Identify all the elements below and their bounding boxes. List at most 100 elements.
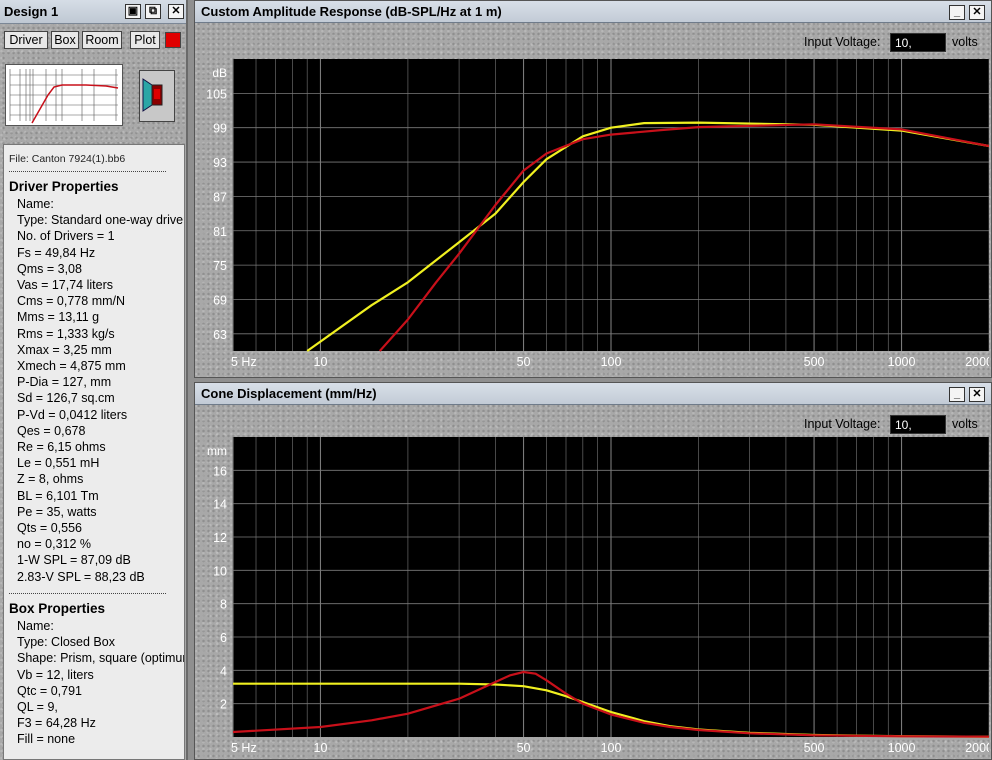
speaker-icon[interactable]: [139, 70, 175, 122]
y-axis-label: dB: [212, 66, 227, 80]
x-tick-label: 2000: [965, 355, 989, 369]
x-tick-label: 500: [804, 355, 825, 369]
cone-displacement-window: Cone Displacement (mm/Hz) _ ✕ Input Volt…: [194, 382, 992, 760]
tab-plot[interactable]: Plot: [130, 31, 160, 49]
driver-property: P-Dia = 127, mm: [17, 375, 112, 390]
design-title: Design 1: [4, 4, 59, 19]
driver-property: Qms = 3,08: [17, 261, 82, 276]
panel-divider: [3, 130, 185, 142]
save-icon[interactable]: ▣: [125, 4, 141, 19]
y-tick-label: 81: [213, 225, 227, 239]
copy-icon[interactable]: ⧉: [145, 4, 161, 19]
y-axis-label: mm: [207, 444, 227, 458]
box-property: Shape: Prism, square (optimum): [17, 651, 185, 666]
design-panel: Design 1 ▣ ⧉ ✕ Driver Box Room Plot File…: [0, 0, 188, 760]
box-property: Name:: [17, 619, 54, 633]
y-tick-label: 2: [220, 698, 227, 712]
x-tick-label: 10: [314, 355, 328, 369]
tab-driver[interactable]: Driver: [4, 31, 48, 49]
x-tick-label: 50: [517, 741, 531, 755]
y-tick-label: 63: [213, 328, 227, 342]
y-tick-label: 93: [213, 156, 227, 170]
driver-property: Mms = 13,11 g: [17, 310, 100, 325]
x-tick-label: 5 Hz: [231, 741, 257, 755]
input-voltage-label: Input Voltage:: [804, 417, 881, 431]
x-tick-label: 100: [601, 355, 622, 369]
cone-window-title: Cone Displacement (mm/Hz): [195, 383, 991, 405]
box-property: F3 = 64,28 Hz: [17, 716, 96, 731]
driver-property: Name:: [17, 197, 54, 211]
box-properties-heading: Box Properties: [9, 601, 106, 616]
input-voltage-unit: volts: [952, 35, 978, 49]
driver-property: Type: Standard one-way driver: [17, 213, 185, 228]
tab-box[interactable]: Box: [51, 31, 79, 49]
x-tick-label: 500: [804, 741, 825, 755]
input-voltage-label: Input Voltage:: [804, 35, 881, 49]
y-tick-label: 6: [220, 631, 227, 645]
separator: [9, 593, 166, 594]
x-tick-label: 100: [601, 741, 622, 755]
y-tick-label: 99: [213, 122, 227, 136]
properties-panel: File: Canton 7924(1).bb6 Driver Properti…: [3, 144, 185, 760]
minimize-icon[interactable]: _: [949, 387, 965, 402]
design-title-bar: Design 1 ▣ ⧉ ✕: [0, 0, 186, 24]
close-icon[interactable]: ✕: [168, 4, 184, 19]
box-property: Qtc = 0,791: [17, 683, 82, 698]
driver-property: 1-W SPL = 87,09 dB: [17, 553, 131, 568]
input-voltage-unit: volts: [952, 417, 978, 431]
box-property: Type: Closed Box: [17, 635, 115, 650]
y-tick-label: 16: [213, 464, 227, 478]
driver-property: Xmax = 3,25 mm: [17, 342, 112, 357]
y-tick-label: 10: [213, 564, 227, 578]
amplitude-window-title: Custom Amplitude Response (dB-SPL/Hz at …: [195, 1, 991, 23]
y-tick-label: 14: [213, 498, 227, 512]
close-icon[interactable]: ✕: [969, 387, 985, 402]
driver-property: BL = 6,101 Tm: [17, 488, 99, 503]
driver-property: Xmech = 4,875 mm: [17, 359, 126, 373]
close-icon[interactable]: ✕: [969, 5, 985, 20]
driver-property: Cms = 0,778 mm/N: [17, 294, 126, 309]
driver-property: 2.83-V SPL = 88,23 dB: [17, 569, 145, 584]
y-tick-label: 8: [220, 598, 227, 612]
x-tick-label: 1000: [888, 741, 916, 755]
driver-property: no = 0,312 %: [17, 537, 92, 552]
tab-room[interactable]: Room: [82, 31, 122, 49]
driver-property: Qes = 0,678: [17, 423, 86, 438]
y-tick-label: 4: [220, 664, 227, 678]
driver-property: Sd = 126,7 sq.cm: [17, 391, 115, 406]
y-tick-label: 69: [213, 293, 227, 307]
file-name: File: Canton 7924(1).bb6: [9, 153, 126, 165]
input-voltage-field[interactable]: [890, 33, 946, 52]
y-tick-label: 12: [213, 531, 227, 545]
thumbnail-graph: [9, 69, 119, 124]
driver-property: Vas = 17,74 liters: [17, 278, 114, 292]
minimize-icon[interactable]: _: [949, 5, 965, 20]
x-tick-label: 2000: [965, 741, 989, 755]
x-tick-label: 1000: [888, 355, 916, 369]
y-tick-label: 87: [213, 190, 227, 204]
response-thumbnail[interactable]: [5, 64, 123, 126]
driver-properties-heading: Driver Properties: [9, 179, 119, 194]
y-tick-label: 105: [206, 87, 227, 101]
driver-property: P-Vd = 0,0412 liters: [17, 407, 128, 422]
input-voltage-field[interactable]: [890, 415, 946, 434]
box-property: QL = 9,: [17, 700, 58, 714]
box-property: Vb = 12, liters: [17, 667, 94, 682]
driver-property: No. of Drivers = 1: [17, 229, 115, 244]
x-tick-label: 5 Hz: [231, 355, 257, 369]
driver-property: Re = 6,15 ohms: [17, 440, 106, 454]
driver-property: Le = 0,551 mH: [17, 456, 100, 471]
driver-property: Rms = 1,333 kg/s: [17, 326, 115, 341]
amplitude-response-chart[interactable]: dB 105 99 93 87 81 75 69 63 5 Hz 10 50 100 500 1000 200…: [199, 57, 989, 375]
y-tick-label: 75: [213, 259, 227, 273]
driver-property: Fs = 49,84 Hz: [17, 245, 96, 260]
plot-color-swatch[interactable]: [165, 32, 181, 48]
separator: [9, 171, 166, 172]
driver-property: Z = 8, ohms: [17, 472, 84, 487]
driver-property: Pe = 35, watts: [17, 504, 97, 519]
x-tick-label: 10: [314, 741, 328, 755]
cone-displacement-chart[interactable]: mm 16 14 12 10 8 6 4 2 5 Hz 10 50 100 500 1000 2000: [199, 435, 989, 759]
x-tick-label: 50: [517, 355, 531, 369]
amplitude-response-window: Custom Amplitude Response (dB-SPL/Hz at …: [194, 0, 992, 378]
driver-property: Qts = 0,556: [17, 521, 82, 535]
